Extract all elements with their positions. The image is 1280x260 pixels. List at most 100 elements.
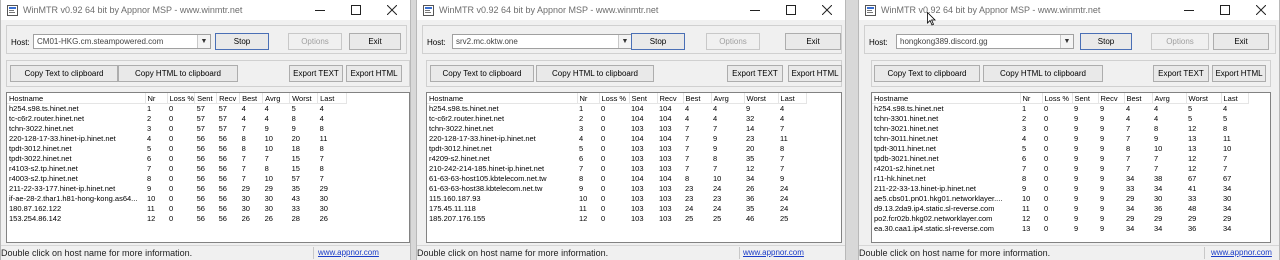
table-row[interactable]: tpdt-3012.hinet.net 5 0 56 56 8 10 18 8: [7, 144, 347, 154]
minimize-icon[interactable]: [302, 0, 338, 20]
stop-button[interactable]: Stop: [631, 33, 685, 50]
copy-text-button[interactable]: Copy Text to clipboard: [874, 65, 980, 82]
hostname-cell[interactable]: 153.254.86.142: [7, 214, 145, 224]
table-row[interactable]: 185.207.176.155 12 0 103 103 25 25 46 25: [427, 214, 806, 224]
table-row[interactable]: h254.s98.ts.hinet.net 1 0 9 9 4 4 5 4: [872, 104, 1248, 115]
table-row[interactable]: 220-128-17-33.hinet-ip.hinet.net 4 0 104 104…: [427, 134, 806, 144]
host-combobox[interactable]: hongkong389.discord.gg ▼: [896, 34, 1074, 49]
table-row[interactable]: 61-63-63-host105.kbtelecom.net.tw 8 0 104 10…: [427, 174, 806, 184]
hostname-cell[interactable]: tpdt-3011.hinet.net: [872, 144, 1020, 154]
column-header-sent[interactable]: Sent: [1072, 93, 1099, 104]
hostname-cell[interactable]: ae5.cbs01.pn01.hkg01.networklayer....: [872, 194, 1020, 204]
hostname-cell[interactable]: tc-c6r2.router.hinet.net: [427, 114, 577, 124]
stop-button[interactable]: Stop: [215, 33, 269, 50]
export-text-button[interactable]: Export TEXT: [289, 65, 343, 82]
column-header-best[interactable]: Best: [239, 93, 264, 104]
column-header-loss[interactable]: Loss %: [167, 93, 196, 104]
column-header-loss[interactable]: Loss %: [1042, 93, 1073, 104]
table-row[interactable]: d9.13.2da9.ip4.static.sl-reverse.com 11 0 9…: [872, 204, 1248, 214]
options-button[interactable]: Options: [288, 33, 342, 50]
minimize-icon[interactable]: [1171, 0, 1207, 20]
table-row[interactable]: tpdt-3011.hinet.net 5 0 9 9 8 10 13 10: [872, 144, 1248, 154]
hostname-cell[interactable]: r11-hk.hinet.net: [872, 174, 1020, 184]
chevron-down-icon[interactable]: ▼: [1060, 35, 1073, 48]
hostname-cell[interactable]: tpdt-3012.hinet.net: [7, 144, 145, 154]
appnor-link[interactable]: www.appnor.com: [318, 248, 379, 257]
host-combobox[interactable]: srv2.mc.oktw.one ▼: [452, 34, 632, 49]
column-header-worst[interactable]: Worst: [1186, 93, 1222, 104]
stop-button[interactable]: Stop: [1080, 33, 1132, 50]
table-row[interactable]: 211-22-33-177.hinet-ip.hinet.net 9 0 56 56 29…: [7, 184, 347, 194]
exit-button[interactable]: Exit: [349, 33, 401, 50]
hostname-cell[interactable]: 220-128-17-33.hinet-ip.hinet.net: [427, 134, 577, 144]
close-icon[interactable]: [809, 0, 845, 20]
table-row[interactable]: h254.s98.ts.hinet.net 1 0 57 57 4 4 5 4: [7, 104, 347, 115]
maximize-icon[interactable]: [1207, 0, 1243, 20]
hostname-cell[interactable]: tpdt-3012.hinet.net: [427, 144, 577, 154]
hostname-cell[interactable]: tchn-3022.hinet.net: [427, 124, 577, 134]
hostname-cell[interactable]: 61-63-63-host105.kbtelecom.net.tw: [427, 174, 577, 184]
close-icon[interactable]: [374, 0, 410, 20]
export-html-button[interactable]: Export HTML: [1212, 65, 1266, 82]
column-header-hostname[interactable]: Hostname: [7, 93, 146, 104]
table-row[interactable]: r11-hk.hinet.net 8 0 9 9 34 38 67 67: [872, 174, 1248, 184]
chevron-down-icon[interactable]: ▼: [197, 35, 210, 48]
results-list[interactable]: Hostname Nr Loss % Sent Recv Best Avrg Worst Las…: [6, 92, 410, 243]
hostname-cell[interactable]: 115.160.187.93: [427, 194, 577, 204]
column-header-recv[interactable]: Recv: [216, 93, 241, 104]
column-header-sent[interactable]: Sent: [194, 93, 218, 104]
column-header-nr[interactable]: Nr: [145, 93, 168, 104]
options-button[interactable]: Options: [706, 33, 760, 50]
exit-button[interactable]: Exit: [1213, 33, 1269, 50]
exit-button[interactable]: Exit: [785, 33, 841, 50]
hostname-cell[interactable]: r4209-s2.hinet.net: [427, 154, 577, 164]
results-list[interactable]: Hostname Nr Loss % Sent Recv Best Avrg Worst Las…: [871, 92, 1271, 243]
hostname-cell[interactable]: h254.s98.ts.hinet.net: [427, 104, 577, 115]
hostname-cell[interactable]: if-ae-28-2.thar1.h81-hong-kong.as64...: [7, 194, 145, 204]
hostname-cell[interactable]: tchn-3022.hinet.net: [7, 124, 145, 134]
table-row[interactable]: 175.45.11.118 11 0 103 103 24 24 35 24: [427, 204, 806, 214]
column-header-recv[interactable]: Recv: [1098, 93, 1125, 104]
column-header-worst[interactable]: Worst: [289, 93, 319, 104]
column-header-hostname[interactable]: Hostname: [872, 93, 1021, 104]
hostname-cell[interactable]: 61-63-63-host38.kbtelecom.net.tw: [427, 184, 577, 194]
column-header-best[interactable]: Best: [1124, 93, 1153, 104]
table-row[interactable]: tchn-3301.hinet.net 2 0 9 9 4 4 5 5: [872, 114, 1248, 124]
table-row[interactable]: 210-242-214-185.hinet-ip.hinet.net 7 0 103 1…: [427, 164, 806, 174]
copy-html-button[interactable]: Copy HTML to clipboard: [983, 65, 1103, 82]
hostname-cell[interactable]: tpdb-3021.hinet.net: [872, 154, 1020, 164]
column-header-avrg[interactable]: Avrg: [711, 93, 745, 104]
hostname-cell[interactable]: tpdt-3022.hinet.net: [7, 154, 145, 164]
column-header-last[interactable]: Last: [778, 93, 807, 104]
export-text-button[interactable]: Export TEXT: [1153, 65, 1209, 82]
hostname-cell[interactable]: tchn-3021.hinet.net: [872, 124, 1020, 134]
hostname-cell[interactable]: 175.45.11.118: [427, 204, 577, 214]
table-row[interactable]: r4201-s2.hinet.net 7 0 9 9 7 7 12 7: [872, 164, 1248, 174]
table-row[interactable]: r4103-s2.tp.hinet.net 7 0 56 56 7 8 15 8: [7, 164, 347, 174]
hostname-cell[interactable]: po2.fcr02b.hkg02.networklayer.com: [872, 214, 1020, 224]
column-header-nr[interactable]: Nr: [577, 93, 600, 104]
table-row[interactable]: ae5.cbs01.pn01.hkg01.networklayer.... 10 0…: [872, 194, 1248, 204]
column-header-loss[interactable]: Loss %: [599, 93, 630, 104]
table-row[interactable]: tc-c6r2.router.hinet.net 2 0 57 57 4 4 8 4: [7, 114, 347, 124]
hostname-cell[interactable]: 220-128-17-33.hinet-ip.hinet.net: [7, 134, 145, 144]
column-header-last[interactable]: Last: [1221, 93, 1249, 104]
table-row[interactable]: 180.87.162.122 11 0 56 56 30 30 33 30: [7, 204, 347, 214]
table-row[interactable]: if-ae-28-2.thar1.h81-hong-kong.as64... 10…: [7, 194, 347, 204]
table-row[interactable]: tchn-3011.hinet.net 4 0 9 9 7 9 13 11: [872, 134, 1248, 144]
hostname-cell[interactable]: tchn-3301.hinet.net: [872, 114, 1020, 124]
hostname-cell[interactable]: r4103-s2.tp.hinet.net: [7, 164, 145, 174]
column-header-sent[interactable]: Sent: [629, 93, 658, 104]
hostname-cell[interactable]: ea.30.caa1.ip4.static.sl-reverse.com: [872, 224, 1020, 234]
appnor-link[interactable]: www.appnor.com: [1211, 248, 1272, 257]
table-row[interactable]: h254.s98.ts.hinet.net 1 0 104 104 4 4 9 4: [427, 104, 806, 115]
hostname-cell[interactable]: d9.13.2da9.ip4.static.sl-reverse.com: [872, 204, 1020, 214]
hostname-cell[interactable]: h254.s98.ts.hinet.net: [872, 104, 1020, 115]
column-header-last[interactable]: Last: [317, 93, 348, 104]
table-row[interactable]: ea.30.caa1.ip4.static.sl-reverse.com 13 0 9…: [872, 224, 1248, 234]
appnor-link[interactable]: www.appnor.com: [743, 248, 804, 257]
copy-html-button[interactable]: Copy HTML to clipboard: [536, 65, 654, 82]
minimize-icon[interactable]: [737, 0, 773, 20]
column-header-avrg[interactable]: Avrg: [262, 93, 291, 104]
hostname-cell[interactable]: 211-22-33-177.hinet-ip.hinet.net: [7, 184, 145, 194]
